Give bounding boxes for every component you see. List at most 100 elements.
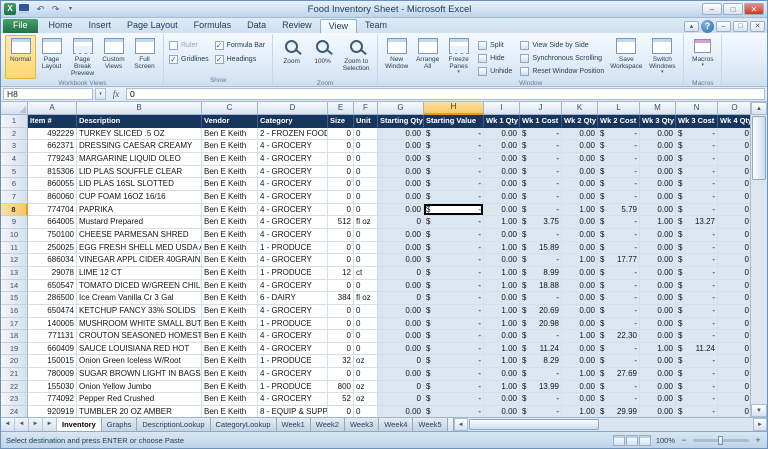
sheet-tab-week4[interactable]: Week4 [379,418,413,431]
cell-M11[interactable]: 0.00 [640,242,676,255]
column-header-A[interactable]: A [28,102,77,115]
cell-O6[interactable]: 0 [718,178,750,191]
row-header-23[interactable]: 23 [1,393,28,406]
cell-G24[interactable]: 0.00 [378,406,424,417]
cell-O19[interactable]: 0 [718,343,750,356]
cell-M1[interactable]: Wk 3 Qty [640,115,676,128]
cell-I13[interactable]: 1.00 [484,267,520,280]
cell-B7[interactable]: CUP FOAM 16OZ 16/16 [77,191,202,204]
cell-M17[interactable]: 0.00 [640,318,676,331]
cell-F6[interactable]: 0 [354,178,378,191]
cell-J5[interactable]: $- [520,166,562,179]
cell-D14[interactable]: 4 - GROCERY [258,280,328,293]
cell-F9[interactable]: fl oz [354,216,378,229]
cell-I7[interactable]: 0.00 [484,191,520,204]
zoom-slider-thumb[interactable] [718,436,723,445]
cell-J15[interactable]: $- [520,292,562,305]
row-header-1[interactable]: 1 [1,115,28,128]
zoom-slider[interactable] [693,439,749,442]
cell-O13[interactable]: 0 [718,267,750,280]
cell-C5[interactable]: Ben E Keith [202,166,258,179]
ribbon-tab-page-layout[interactable]: Page Layout [119,19,186,33]
horizontal-scroll-thumb[interactable] [469,419,599,430]
cell-G20[interactable]: 0 [378,355,424,368]
ribbon-tab-review[interactable]: Review [274,19,320,33]
cell-M4[interactable]: 0.00 [640,153,676,166]
cell-N2[interactable]: $- [676,128,718,141]
row-header-11[interactable]: 11 [1,242,28,255]
column-header-L[interactable]: L [598,102,640,115]
cell-A5[interactable]: 815306 [28,166,77,179]
cell-E12[interactable]: 0 [328,254,354,267]
cell-L8[interactable]: $5.79 [598,204,640,217]
cell-N7[interactable]: $- [676,191,718,204]
column-header-E[interactable]: E [328,102,354,115]
synchronous-scrolling-button[interactable]: Synchronous Scrolling [518,52,606,64]
cell-C23[interactable]: Ben E Keith [202,393,258,406]
ruler-checkbox[interactable]: Ruler [169,41,209,50]
cell-F1[interactable]: Unit [354,115,378,128]
cell-H20[interactable]: $- [424,355,484,368]
cell-B9[interactable]: Mustard Prepared [77,216,202,229]
ribbon-tab-data[interactable]: Data [239,19,274,33]
cell-K4[interactable]: 0.00 [562,153,598,166]
cell-J14[interactable]: $18.88 [520,280,562,293]
cell-G22[interactable]: 0 [378,381,424,394]
cell-J2[interactable]: $- [520,128,562,141]
cell-E23[interactable]: 52 [328,393,354,406]
row-header-6[interactable]: 6 [1,178,28,191]
column-header-I[interactable]: I [484,102,520,115]
cell-E14[interactable]: 0 [328,280,354,293]
row-header-4[interactable]: 4 [1,153,28,166]
cell-I18[interactable]: 0.00 [484,330,520,343]
next-sheet-icon[interactable]: ► [29,418,43,431]
cell-J12[interactable]: $- [520,254,562,267]
row-header-3[interactable]: 3 [1,140,28,153]
cell-O16[interactable]: 0 [718,305,750,318]
cell-A2[interactable]: 492229 [28,128,77,141]
cell-G13[interactable]: 0 [378,267,424,280]
cell-G7[interactable]: 0.00 [378,191,424,204]
cell-J11[interactable]: $15.89 [520,242,562,255]
cell-E18[interactable]: 0 [328,330,354,343]
cell-O9[interactable]: 0 [718,216,750,229]
cell-L4[interactable]: $- [598,153,640,166]
cell-C22[interactable]: Ben E Keith [202,381,258,394]
cell-J16[interactable]: $20.69 [520,305,562,318]
row-header-12[interactable]: 12 [1,254,28,267]
previous-sheet-icon[interactable]: ◄ [15,418,29,431]
column-header-M[interactable]: M [640,102,676,115]
cell-D20[interactable]: 1 - PRODUCE [258,355,328,368]
cell-K7[interactable]: 0.00 [562,191,598,204]
cell-C12[interactable]: Ben E Keith [202,254,258,267]
cell-I2[interactable]: 0.00 [484,128,520,141]
full-screen-button[interactable]: Full Screen [129,35,160,79]
sheet-tab-categorylookup[interactable]: CategoryLookup [211,418,277,431]
cell-J19[interactable]: $11.24 [520,343,562,356]
save-button[interactable] [19,4,32,14]
cell-D10[interactable]: 4 - GROCERY [258,229,328,242]
vertical-scroll-thumb[interactable] [752,116,766,180]
cell-M12[interactable]: 0.00 [640,254,676,267]
cell-F10[interactable]: 0 [354,229,378,242]
cell-I23[interactable]: 0.00 [484,393,520,406]
collapse-ribbon-icon[interactable]: ▴ [684,21,699,32]
cell-O4[interactable]: 0 [718,153,750,166]
cell-L12[interactable]: $17.77 [598,254,640,267]
cell-E16[interactable]: 0 [328,305,354,318]
cell-O21[interactable]: 0 [718,368,750,381]
row-header-7[interactable]: 7 [1,191,28,204]
name-box[interactable]: H8 [3,88,93,100]
cell-M3[interactable]: 0.00 [640,140,676,153]
row-header-14[interactable]: 14 [1,280,28,293]
cell-O22[interactable]: 0 [718,381,750,394]
cell-M18[interactable]: 0.00 [640,330,676,343]
cell-J18[interactable]: $- [520,330,562,343]
help-icon[interactable]: ? [701,20,714,33]
cell-K5[interactable]: 0.00 [562,166,598,179]
cell-G6[interactable]: 0.00 [378,178,424,191]
cell-C11[interactable]: Ben E Keith [202,242,258,255]
cell-B16[interactable]: KETCHUP FANCY 33% SOLIDS [77,305,202,318]
cell-N17[interactable]: $- [676,318,718,331]
cell-L24[interactable]: $29.99 [598,406,640,417]
